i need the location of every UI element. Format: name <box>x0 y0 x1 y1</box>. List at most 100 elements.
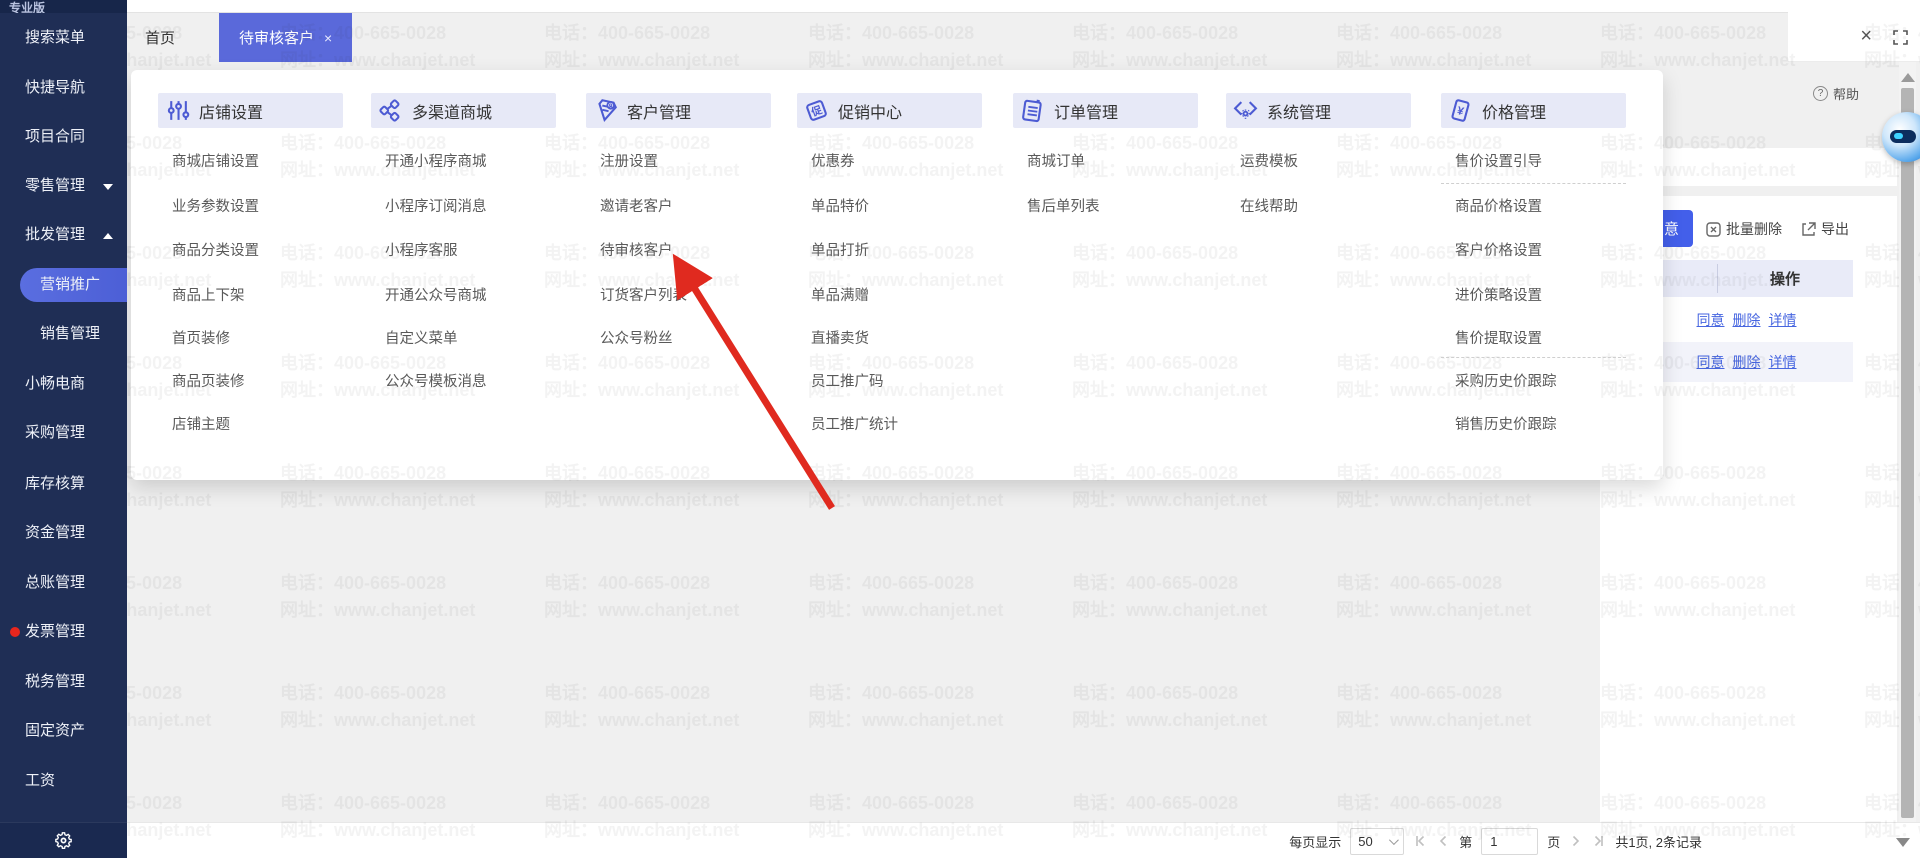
tab-pending-customers-label: 待审核客户 <box>239 30 315 47</box>
menu-item-采购历史价跟踪[interactable]: 采购历史价跟踪 <box>1455 370 1557 391</box>
sidebar-item-5[interactable]: 营销推广 <box>0 268 127 302</box>
menu-item-开通公众号商城[interactable]: 开通公众号商城 <box>385 284 487 305</box>
fullscreen-icon[interactable] <box>1893 30 1908 50</box>
menu-item-首页装修[interactable]: 首页装修 <box>172 327 230 348</box>
menu-item-公众号模板消息[interactable]: 公众号模板消息 <box>385 370 487 391</box>
prev-page-button[interactable] <box>1436 834 1450 848</box>
sidebar-item-2[interactable]: 项目合同 <box>0 124 127 150</box>
menu-item-公众号粉丝[interactable]: 公众号粉丝 <box>600 327 673 348</box>
menu-item-自定义菜单[interactable]: 自定义菜单 <box>385 327 458 348</box>
batch-delete-button[interactable]: 批量删除 <box>1706 219 1782 239</box>
menu-section-title: 订单管理 <box>1054 104 1119 122</box>
export-button[interactable]: 导出 <box>1801 219 1849 239</box>
last-page-button[interactable] <box>1592 834 1606 848</box>
svg-text:¥: ¥ <box>1456 105 1466 118</box>
menu-item-销售历史价跟踪[interactable]: 销售历史价跟踪 <box>1455 413 1557 434</box>
sidebar-item-8[interactable]: 采购管理 <box>0 420 127 446</box>
sidebar-item-13[interactable]: 税务管理 <box>0 669 127 695</box>
menu-item-商品页装修[interactable]: 商品页装修 <box>172 370 245 391</box>
menu-item-待审核客户[interactable]: 待审核客户 <box>600 239 673 260</box>
menu-item-商品分类设置[interactable]: 商品分类设置 <box>172 239 259 260</box>
menu-item-在线帮助[interactable]: 在线帮助 <box>1240 195 1298 216</box>
batch-delete-label: 批量删除 <box>1726 221 1782 237</box>
row-action-详情[interactable]: 详情 <box>1769 310 1797 330</box>
menu-item-小程序客服[interactable]: 小程序客服 <box>385 239 458 260</box>
row-action-详情[interactable]: 详情 <box>1769 352 1797 372</box>
sidebar-item-6[interactable]: 销售管理 <box>0 321 127 347</box>
menu-item-客户价格设置[interactable]: 客户价格设置 <box>1455 239 1542 260</box>
menu-item-售价设置引导[interactable]: 售价设置引导 <box>1455 150 1542 171</box>
menu-item-售后单列表[interactable]: 售后单列表 <box>1027 195 1100 216</box>
menu-item-订货客户列表[interactable]: 订货客户列表 <box>600 284 687 305</box>
scrollbar-thumb[interactable] <box>1901 88 1914 818</box>
menu-item-店铺主题[interactable]: 店铺主题 <box>172 413 230 434</box>
menu-item-商品上下架[interactable]: 商品上下架 <box>172 284 245 305</box>
menu-item-注册设置[interactable]: 注册设置 <box>600 150 658 171</box>
sidebar-item-12[interactable]: 发票管理 <box>0 619 127 645</box>
sidebar-item-7[interactable]: 小畅电商 <box>0 371 127 397</box>
sidebar-item-0[interactable]: 搜索菜单 <box>0 25 127 51</box>
sidebar-item-label: 资金管理 <box>25 524 86 541</box>
sidebar-item-label: 营销推广 <box>40 276 101 293</box>
help-button[interactable]: ? 帮助 <box>1813 84 1859 103</box>
sidebar-item-11[interactable]: 总账管理 <box>0 570 127 596</box>
sidebar-item-3[interactable]: 零售管理 <box>0 173 127 199</box>
pagination-bar: 每页显示 50 第 页 共1页, 2条记录 <box>127 822 1920 858</box>
delete-box-icon <box>1706 221 1721 237</box>
menu-item-业务参数设置[interactable]: 业务参数设置 <box>172 195 259 216</box>
scroll-up-icon[interactable] <box>1901 73 1915 82</box>
close-icon[interactable]: × <box>1860 26 1872 46</box>
menu-item-开通小程序商城[interactable]: 开通小程序商城 <box>385 150 487 171</box>
watermark-text: 电话：400-665-0028网址：www.chanjet.net <box>544 573 740 620</box>
menu-item-直播卖货[interactable]: 直播卖货 <box>811 327 869 348</box>
menu-item-商城店铺设置[interactable]: 商城店铺设置 <box>172 150 259 171</box>
menu-section-4: 订单管理 <box>1013 93 1198 128</box>
sidebar-item-4[interactable]: 批发管理 <box>0 222 127 248</box>
order-icon <box>1020 98 1045 123</box>
watermark-text: 电话：400-665-0028网址：www.chanjet.net <box>1072 573 1268 620</box>
tab-home-label: 首页 <box>145 30 176 47</box>
sidebar-item-15[interactable]: 工资 <box>0 768 127 794</box>
menu-item-小程序订阅消息[interactable]: 小程序订阅消息 <box>385 195 487 216</box>
tab-close-icon[interactable]: × <box>324 31 332 45</box>
menu-item-进价策略设置[interactable]: 进价策略设置 <box>1455 284 1542 305</box>
page-number-input[interactable] <box>1482 833 1538 849</box>
menu-item-单品特价[interactable]: 单品特价 <box>811 195 869 216</box>
export-icon <box>1802 221 1816 236</box>
menu-item-优惠券[interactable]: 优惠券 <box>811 150 855 171</box>
per-page-select[interactable]: 50 <box>1350 827 1405 855</box>
next-page-button[interactable] <box>1569 834 1583 848</box>
sidebar-item-1[interactable]: 快捷导航 <box>0 75 127 101</box>
row-action-同意[interactable]: 同意 <box>1697 310 1725 330</box>
page-suffix-label: 页 <box>1547 834 1561 850</box>
row-action-同意[interactable]: 同意 <box>1697 352 1725 372</box>
menu-section-6: ¥ 价格管理 <box>1441 93 1626 128</box>
sidebar-item-label: 发票管理 <box>25 623 86 640</box>
edition-badge: 专业版 <box>0 0 127 13</box>
menu-item-员工推广统计[interactable]: 员工推广统计 <box>811 413 898 434</box>
sidebar-settings-button[interactable] <box>0 822 127 858</box>
tab-pending-customers[interactable]: 待审核客户 × <box>219 13 353 62</box>
menu-item-邀请老客户[interactable]: 邀请老客户 <box>600 195 673 216</box>
chevron-down-icon <box>103 184 113 190</box>
menu-item-单品打折[interactable]: 单品打折 <box>811 239 869 260</box>
sidebar-item-10[interactable]: 资金管理 <box>0 520 127 546</box>
sidebar-item-14[interactable]: 固定资产 <box>0 718 127 744</box>
notification-dot <box>10 627 20 637</box>
row-action-删除[interactable]: 删除 <box>1733 310 1761 330</box>
tune-icon <box>165 98 190 123</box>
scroll-down-icon[interactable] <box>1896 838 1910 847</box>
menu-item-售价提取设置[interactable]: 售价提取设置 <box>1455 327 1542 348</box>
sidebar-item-label: 总账管理 <box>25 574 86 591</box>
menu-section-3: 促促销中心 <box>797 93 982 128</box>
menu-item-商城订单[interactable]: 商城订单 <box>1027 150 1085 171</box>
menu-item-员工推广码[interactable]: 员工推广码 <box>811 370 884 391</box>
sidebar-item-9[interactable]: 库存核算 <box>0 471 127 497</box>
row-action-删除[interactable]: 删除 <box>1733 352 1761 372</box>
tab-home[interactable]: 首页 <box>127 13 201 62</box>
first-page-button[interactable] <box>1413 834 1427 848</box>
table-header: 操作 <box>1640 260 1853 297</box>
menu-item-单品满赠[interactable]: 单品满赠 <box>811 284 869 305</box>
menu-item-运费模板[interactable]: 运费模板 <box>1240 150 1298 171</box>
menu-item-商品价格设置[interactable]: 商品价格设置 <box>1455 195 1542 216</box>
